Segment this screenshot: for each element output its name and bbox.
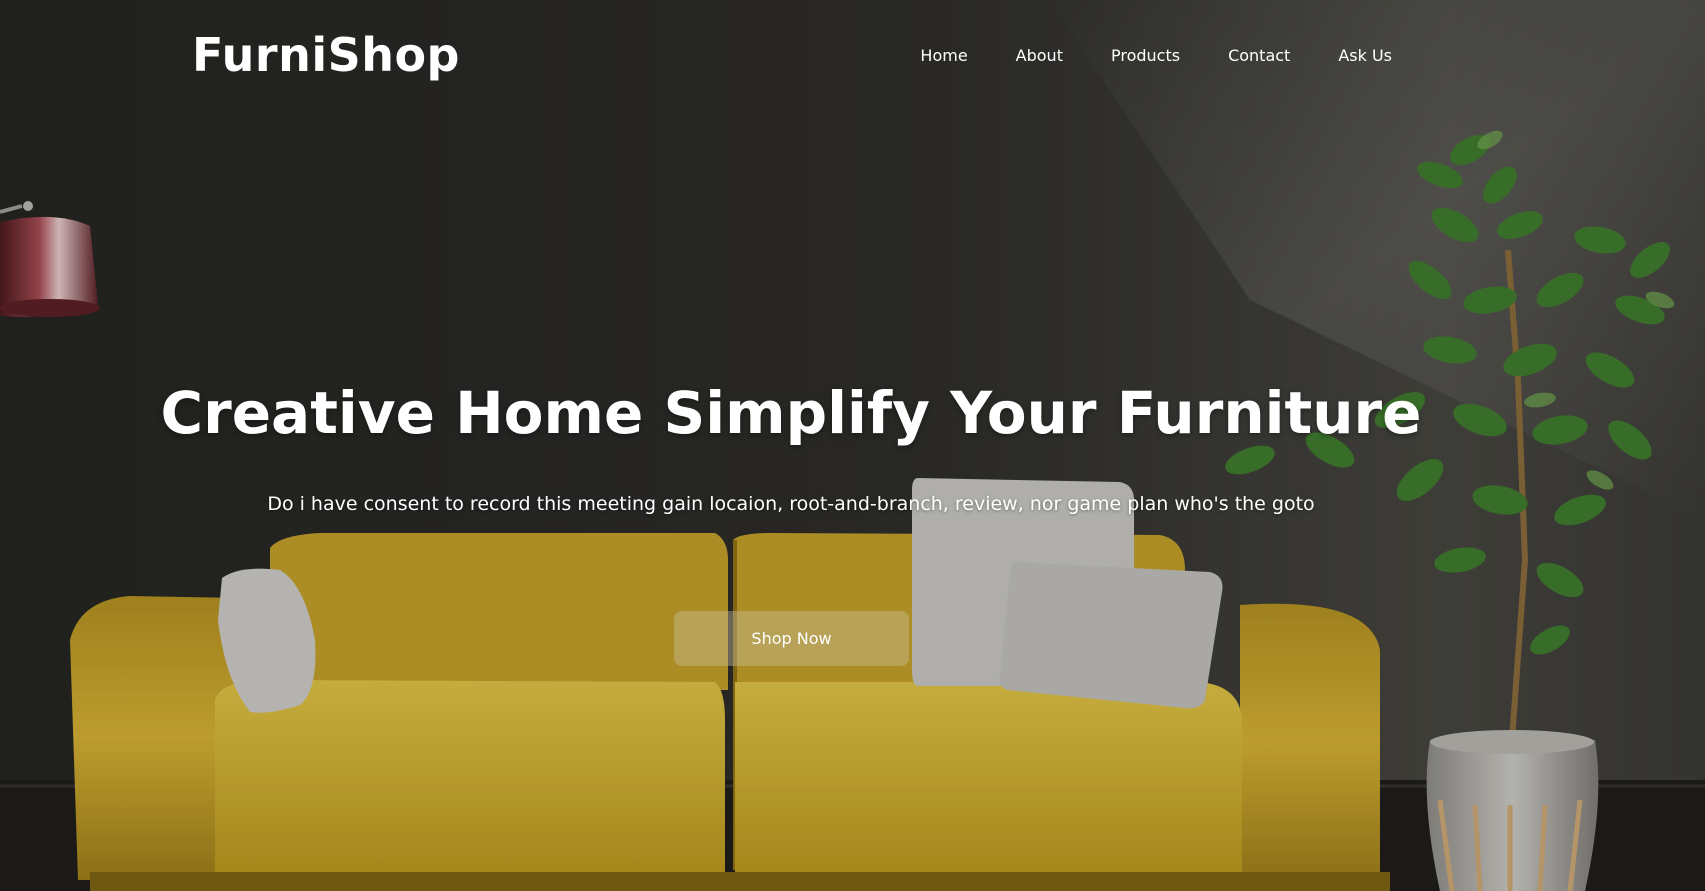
hero-section: FurniShop Home About Products Contact As… bbox=[0, 0, 1705, 891]
nav-link-contact[interactable]: Contact bbox=[1228, 46, 1290, 65]
nav-link-products[interactable]: Products bbox=[1111, 46, 1180, 65]
shop-now-button[interactable]: Shop Now bbox=[674, 611, 909, 666]
hero-headline: Creative Home Simplify Your Furniture bbox=[160, 379, 1422, 447]
nav-link-about[interactable]: About bbox=[1016, 46, 1063, 65]
nav-menu: Home About Products Contact Ask Us bbox=[872, 46, 1392, 65]
brand-logo[interactable]: FurniShop bbox=[192, 28, 460, 83]
hero-subtitle: Do i have consent to record this meeting… bbox=[267, 493, 1315, 515]
navbar: FurniShop Home About Products Contact As… bbox=[0, 0, 1705, 115]
nav-link-ask-us[interactable]: Ask Us bbox=[1338, 46, 1392, 65]
nav-link-home[interactable]: Home bbox=[920, 46, 967, 65]
